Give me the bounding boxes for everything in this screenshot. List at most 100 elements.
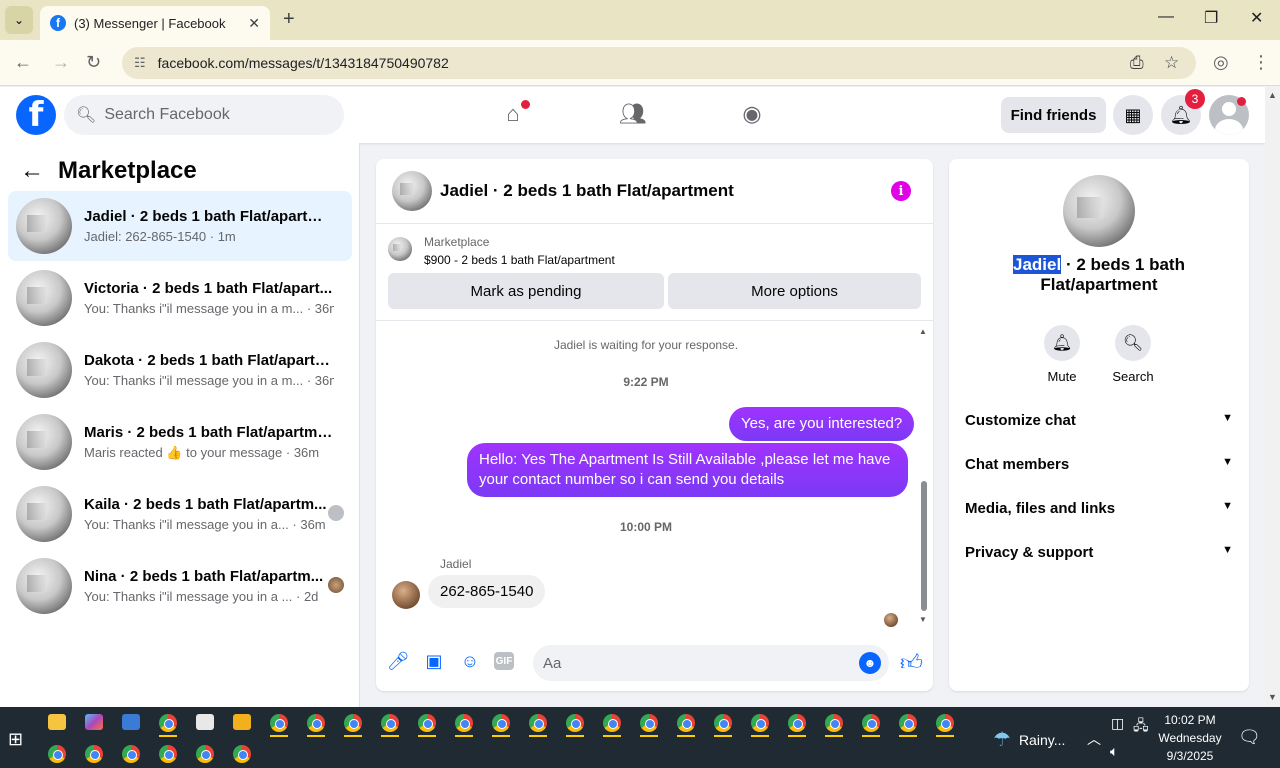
customize-chat-section[interactable]: Customize chat ▼	[965, 412, 1233, 429]
chrome-window-icon[interactable]	[788, 714, 806, 732]
chrome-window-icon[interactable]	[677, 714, 695, 732]
media-app-icon[interactable]	[196, 714, 214, 730]
incoming-message[interactable]: 262-865-1540	[428, 575, 546, 608]
chrome-window-icon[interactable]	[529, 714, 547, 732]
menu-kebab-icon[interactable]: ⋮	[1252, 52, 1270, 73]
chrome-window-icon[interactable]	[640, 714, 658, 732]
site-info-icon[interactable]: ☷	[134, 55, 146, 71]
new-tab-button[interactable]: +	[283, 8, 295, 31]
find-friends-button[interactable]: Find friends	[1001, 97, 1106, 133]
outgoing-message[interactable]: Yes, are you interested?	[729, 407, 915, 441]
outgoing-message[interactable]: Hello: Yes The Apartment Is Still Availa…	[467, 443, 908, 497]
notification-center-icon[interactable]: 🗨︎	[1238, 727, 1261, 748]
menu-grid-icon[interactable]: ▦	[1113, 95, 1153, 135]
search-placeholder: Search Facebook	[104, 106, 230, 123]
windows-start-icon[interactable]: ⊞	[8, 729, 23, 750]
close-window-icon[interactable]: ✕	[1250, 8, 1263, 28]
chrome-window-icon[interactable]	[751, 714, 769, 732]
keyboard-app-icon[interactable]	[122, 714, 140, 730]
folder-app-icon[interactable]	[48, 714, 66, 730]
page-scrollbar[interactable]: ▲ ▼	[1265, 87, 1280, 707]
chrome-window-icon[interactable]	[122, 745, 140, 763]
camera-icon[interactable]: ◫	[1111, 715, 1124, 732]
restore-icon[interactable]: ❐	[1204, 8, 1218, 28]
chrome-window-icon[interactable]	[159, 714, 177, 732]
chrome-window-icon[interactable]	[714, 714, 732, 732]
conversation-item[interactable]: Kaila · 2 beds 1 bath Flat/apartm... You…	[8, 479, 352, 549]
browser-tab[interactable]: f (3) Messenger | Facebook ✕	[40, 6, 270, 40]
friends-icon[interactable]: 👥︎	[618, 99, 648, 129]
microphone-icon[interactable]: 🎤︎	[386, 649, 410, 673]
chrome-window-icon[interactable]	[381, 714, 399, 732]
install-app-icon[interactable]: ⎙	[1130, 47, 1144, 79]
chrome-window-icon[interactable]	[825, 714, 843, 732]
chat-title[interactable]: Jadiel · 2 beds 1 bath Flat/apartment	[440, 181, 734, 201]
running-indicator	[344, 735, 362, 737]
media-files-links-section[interactable]: Media, files and links ▼	[965, 500, 1233, 517]
conversation-item[interactable]: Victoria · 2 beds 1 bath Flat/apart... Y…	[8, 263, 352, 333]
chrome-window-icon[interactable]	[936, 714, 954, 732]
emoji-icon[interactable]: ☻	[859, 652, 881, 674]
marketplace-label: Marketplace	[424, 235, 490, 249]
conversation-item[interactable]: Nina · 2 beds 1 bath Flat/apartm... You:…	[8, 551, 352, 621]
show-hidden-icons-chevron-icon[interactable]: ︿	[1087, 729, 1101, 749]
chrome-window-icon[interactable]	[603, 714, 621, 732]
sticker-icon[interactable]: ☺	[458, 649, 482, 673]
listing-summary[interactable]: Marketplace $900 - 2 beds 1 bath Flat/ap…	[388, 235, 615, 267]
gif-icon[interactable]: GIF	[494, 652, 514, 670]
info-icon[interactable]: i	[891, 181, 911, 201]
weather-widget[interactable]: ☂ Rainy...	[993, 727, 1065, 752]
forward-icon[interactable]: →	[52, 52, 70, 73]
chrome-window-icon[interactable]	[233, 745, 251, 763]
chrome-window-icon[interactable]	[862, 714, 880, 732]
back-arrow-icon[interactable]: ←	[20, 157, 44, 185]
mute-button[interactable]: 🔔︎ Mute	[1032, 325, 1092, 384]
more-options-button[interactable]: More options	[668, 273, 921, 309]
chat-scrollbar-thumb[interactable]	[921, 481, 927, 611]
facebook-logo-icon[interactable]: f	[16, 95, 56, 135]
photo-icon[interactable]: ▣	[422, 649, 446, 673]
message-input[interactable]: Aa ☻	[533, 645, 889, 681]
network-icon[interactable]: 🖧︎	[1133, 715, 1149, 739]
volume-icon[interactable]: 🔈︎	[1110, 743, 1118, 760]
chrome-window-icon[interactable]	[455, 714, 473, 732]
tab-search-dropdown[interactable]: ⌄	[5, 6, 33, 34]
search-input[interactable]: 🔍︎ Search Facebook	[64, 95, 344, 135]
chrome-window-icon[interactable]	[196, 745, 214, 763]
chrome-window-icon[interactable]	[492, 714, 510, 732]
mark-as-pending-button[interactable]: Mark as pending	[388, 273, 664, 309]
back-icon[interactable]: ←	[14, 52, 32, 73]
profile-icon[interactable]: ◎	[1213, 52, 1229, 73]
chrome-window-icon[interactable]	[159, 745, 177, 763]
conversation-item[interactable]: Maris · 2 beds 1 bath Flat/apartment Mar…	[8, 407, 352, 477]
running-indicator	[566, 735, 584, 737]
system-clock[interactable]: 10:02 PM Wednesday 9/3/2025	[1152, 711, 1228, 765]
conversation-item[interactable]: Jadiel · 2 beds 1 bath Flat/apartment Ja…	[8, 191, 352, 261]
home-notification-dot	[521, 100, 530, 109]
archive-app-icon[interactable]	[233, 714, 251, 730]
minimize-icon[interactable]: —	[1158, 8, 1174, 26]
chat-listing-thumbnail[interactable]	[392, 171, 432, 211]
chat-members-section[interactable]: Chat members ▼	[965, 456, 1233, 473]
chrome-window-icon[interactable]	[85, 745, 103, 763]
copilot-app-icon[interactable]	[85, 714, 103, 730]
privacy-support-section[interactable]: Privacy & support ▼	[965, 544, 1233, 561]
thumbs-up-icon[interactable]: 👍︎	[900, 649, 923, 676]
chrome-window-icon[interactable]	[307, 714, 325, 732]
chrome-window-icon[interactable]	[344, 714, 362, 732]
details-listing-photo[interactable]	[1063, 175, 1135, 247]
tab-close-icon[interactable]: ✕	[248, 15, 260, 32]
reload-icon[interactable]: ↻	[86, 52, 101, 73]
chrome-window-icon[interactable]	[418, 714, 436, 732]
sender-avatar[interactable]	[392, 581, 420, 609]
groups-icon[interactable]: ◉	[737, 99, 767, 129]
chrome-window-icon[interactable]	[899, 714, 917, 732]
url-field[interactable]: ☷ facebook.com/messages/t/13431847504907…	[122, 47, 1196, 79]
search-in-chat-button[interactable]: 🔍︎ Search	[1103, 325, 1163, 384]
conversation-item[interactable]: Dakota · 2 beds 1 bath Flat/apartm... Yo…	[8, 335, 352, 405]
chrome-window-icon[interactable]	[566, 714, 584, 732]
mute-label: Mute	[1047, 369, 1077, 384]
bookmark-star-icon[interactable]: ☆	[1164, 47, 1179, 79]
chrome-window-icon[interactable]	[48, 745, 66, 763]
chrome-window-icon[interactable]	[270, 714, 288, 732]
